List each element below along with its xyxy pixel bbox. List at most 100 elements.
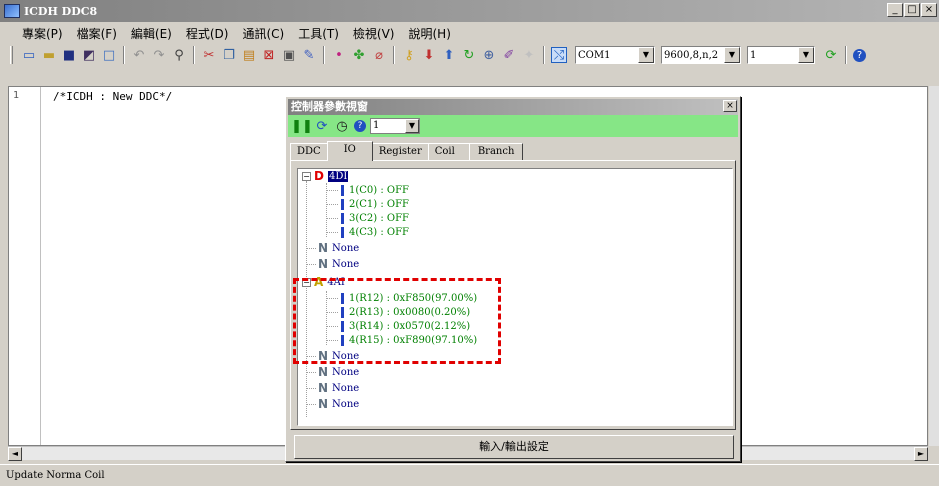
tree-leaf-ai-3[interactable]: 3(R14) : 0x0570(2.12%): [326, 319, 470, 333]
tree-node-none[interactable]: N None: [306, 349, 359, 363]
clock-icon[interactable]: ◷: [334, 118, 350, 134]
toolbar-separator: [193, 46, 195, 64]
menu-edit[interactable]: 編輯(E): [131, 25, 172, 42]
print-icon[interactable]: ▣: [281, 47, 297, 63]
tree-node-none[interactable]: N None: [306, 397, 359, 411]
menu-tools[interactable]: 工具(T): [298, 25, 339, 42]
help-icon[interactable]: ?: [354, 120, 366, 132]
tree-node-label: None: [332, 258, 360, 270]
tree-leaf-ai-4[interactable]: 4(R15) : 0xF890(97.10%): [326, 333, 477, 347]
chevron-down-icon[interactable]: ▼: [405, 119, 419, 133]
baud-select[interactable]: 9600,8,n,2 ▼: [661, 46, 741, 64]
close-button[interactable]: ×: [921, 3, 937, 17]
maximize-button[interactable]: □: [904, 3, 920, 17]
tree-leaf-di-1[interactable]: 1(C0) : OFF: [326, 183, 409, 197]
refresh-icon[interactable]: ⟳: [314, 118, 330, 134]
tree-node-none[interactable]: N None: [306, 365, 359, 379]
chevron-down-icon[interactable]: ▼: [724, 47, 740, 63]
menu-help[interactable]: 說明(H): [408, 25, 450, 42]
app-icon: [4, 4, 20, 18]
station-select[interactable]: 1 ▼: [747, 46, 815, 64]
menu-file[interactable]: 檔案(F): [77, 25, 117, 42]
network-icon[interactable]: ✤: [351, 47, 367, 63]
zoom-icon[interactable]: ⊕: [481, 47, 497, 63]
toolbar-separator: [845, 46, 847, 64]
connect-icon[interactable]: ⤭: [551, 47, 567, 63]
tree-leaf-di-4[interactable]: 4(C3) : OFF: [326, 225, 409, 239]
tree-leaf-di-2[interactable]: 2(C1) : OFF: [326, 197, 409, 211]
link-icon[interactable]: ⌀: [371, 47, 387, 63]
scroll-right-icon[interactable]: ►: [914, 447, 928, 461]
line-gutter: 1: [9, 87, 41, 445]
cut-icon[interactable]: ✂: [201, 47, 217, 63]
dot-icon[interactable]: •: [331, 47, 347, 63]
menu-view[interactable]: 檢視(V): [353, 25, 395, 42]
dialog-close-button[interactable]: ×: [723, 100, 737, 112]
menu-project[interactable]: 專案(P): [22, 25, 63, 42]
menu-program[interactable]: 程式(D): [186, 25, 229, 42]
tree-node-4di[interactable]: − D 4DI: [302, 169, 349, 183]
io-tree[interactable]: − D 4DI 1(C0) : OFF 2(C1) : OFF 3(C2) : …: [297, 168, 733, 426]
tree-leaf-ai-1[interactable]: 1(R12) : 0xF850(97.00%): [326, 291, 477, 305]
tab-ddc[interactable]: DDC: [290, 143, 328, 161]
tab-register[interactable]: Register: [371, 143, 429, 161]
tab-coil[interactable]: Coil: [427, 143, 470, 161]
sync-icon[interactable]: ⟳: [823, 47, 839, 63]
chevron-down-icon[interactable]: ▼: [638, 47, 654, 63]
tab-io[interactable]: IO: [326, 141, 373, 161]
tree-leaf-label: 1(C0) : OFF: [349, 184, 409, 196]
download-icon[interactable]: ⬇: [421, 47, 437, 63]
tree-node-label: None: [332, 366, 360, 378]
tree-node-label: None: [332, 382, 360, 394]
redo-icon[interactable]: ↷: [151, 47, 167, 63]
save-as-icon[interactable]: ◩: [81, 47, 97, 63]
scroll-left-icon[interactable]: ◄: [8, 447, 22, 461]
io-point-icon: [341, 334, 344, 346]
empty-slot-icon: N: [318, 257, 329, 271]
io-point-icon: [341, 198, 344, 210]
dialog-station-select[interactable]: 1 ▼: [370, 118, 420, 134]
main-toolbar: ▭ ▬ ■ ◩ □ ↶ ↷ ⚲ ✂ ❐ ▤ ⊠ ▣ ✎ • ✤ ⌀ ⚷ ⬇ ⬆ …: [0, 44, 939, 66]
toolbar-separator: [393, 46, 395, 64]
new-file-icon[interactable]: ▭: [21, 47, 37, 63]
tree-leaf-di-3[interactable]: 3(C2) : OFF: [326, 211, 409, 225]
tree-node-label: 4AI: [327, 276, 345, 288]
key-icon[interactable]: ⚷: [401, 47, 417, 63]
tree-leaf-ai-2[interactable]: 2(R13) : 0x0080(0.20%): [326, 305, 470, 319]
chevron-down-icon[interactable]: ▼: [798, 47, 814, 63]
upload-icon[interactable]: ⬆: [441, 47, 457, 63]
tree-node-none[interactable]: N None: [306, 241, 359, 255]
save-icon[interactable]: ■: [61, 47, 77, 63]
code-line[interactable]: /*ICDH : New DDC*/: [53, 90, 172, 103]
vertical-scrollbar[interactable]: [929, 86, 939, 446]
pause-icon[interactable]: ❚❚: [291, 118, 313, 134]
io-tab-panel: − D 4DI 1(C0) : OFF 2(C1) : OFF 3(C2) : …: [290, 160, 736, 430]
undo-icon[interactable]: ↶: [131, 47, 147, 63]
delete-icon[interactable]: ⊠: [261, 47, 277, 63]
tree-node-4ai[interactable]: − A 4AI: [302, 275, 345, 289]
find-icon[interactable]: ⚲: [171, 47, 187, 63]
status-text: Update Norma Coil: [6, 470, 105, 481]
help-icon[interactable]: ?: [853, 48, 866, 62]
refresh-icon[interactable]: ↻: [461, 47, 477, 63]
open-folder-icon[interactable]: ▬: [41, 47, 57, 63]
empty-slot-icon: N: [318, 349, 329, 363]
tree-node-label: None: [332, 398, 360, 410]
edit-icon[interactable]: ✐: [501, 47, 517, 63]
collapse-icon[interactable]: −: [302, 171, 311, 181]
io-point-icon: [341, 184, 344, 196]
minimize-button[interactable]: _: [887, 3, 903, 17]
paste-icon[interactable]: ▤: [241, 47, 257, 63]
io-settings-button[interactable]: 輸入/輸出設定: [294, 435, 734, 459]
collapse-icon[interactable]: −: [302, 277, 311, 287]
window-icon[interactable]: □: [101, 47, 117, 63]
tree-node-none[interactable]: N None: [306, 257, 359, 271]
copy-icon[interactable]: ❐: [221, 47, 237, 63]
tree-node-none[interactable]: N None: [306, 381, 359, 395]
wand-icon[interactable]: ✎: [301, 47, 317, 63]
toolbar-separator: [123, 46, 125, 64]
tab-branch[interactable]: Branch: [468, 143, 524, 161]
bulb-icon[interactable]: ✦: [521, 47, 537, 63]
com-port-select[interactable]: COM1 ▼: [575, 46, 655, 64]
menu-communication[interactable]: 通訊(C): [242, 25, 284, 42]
